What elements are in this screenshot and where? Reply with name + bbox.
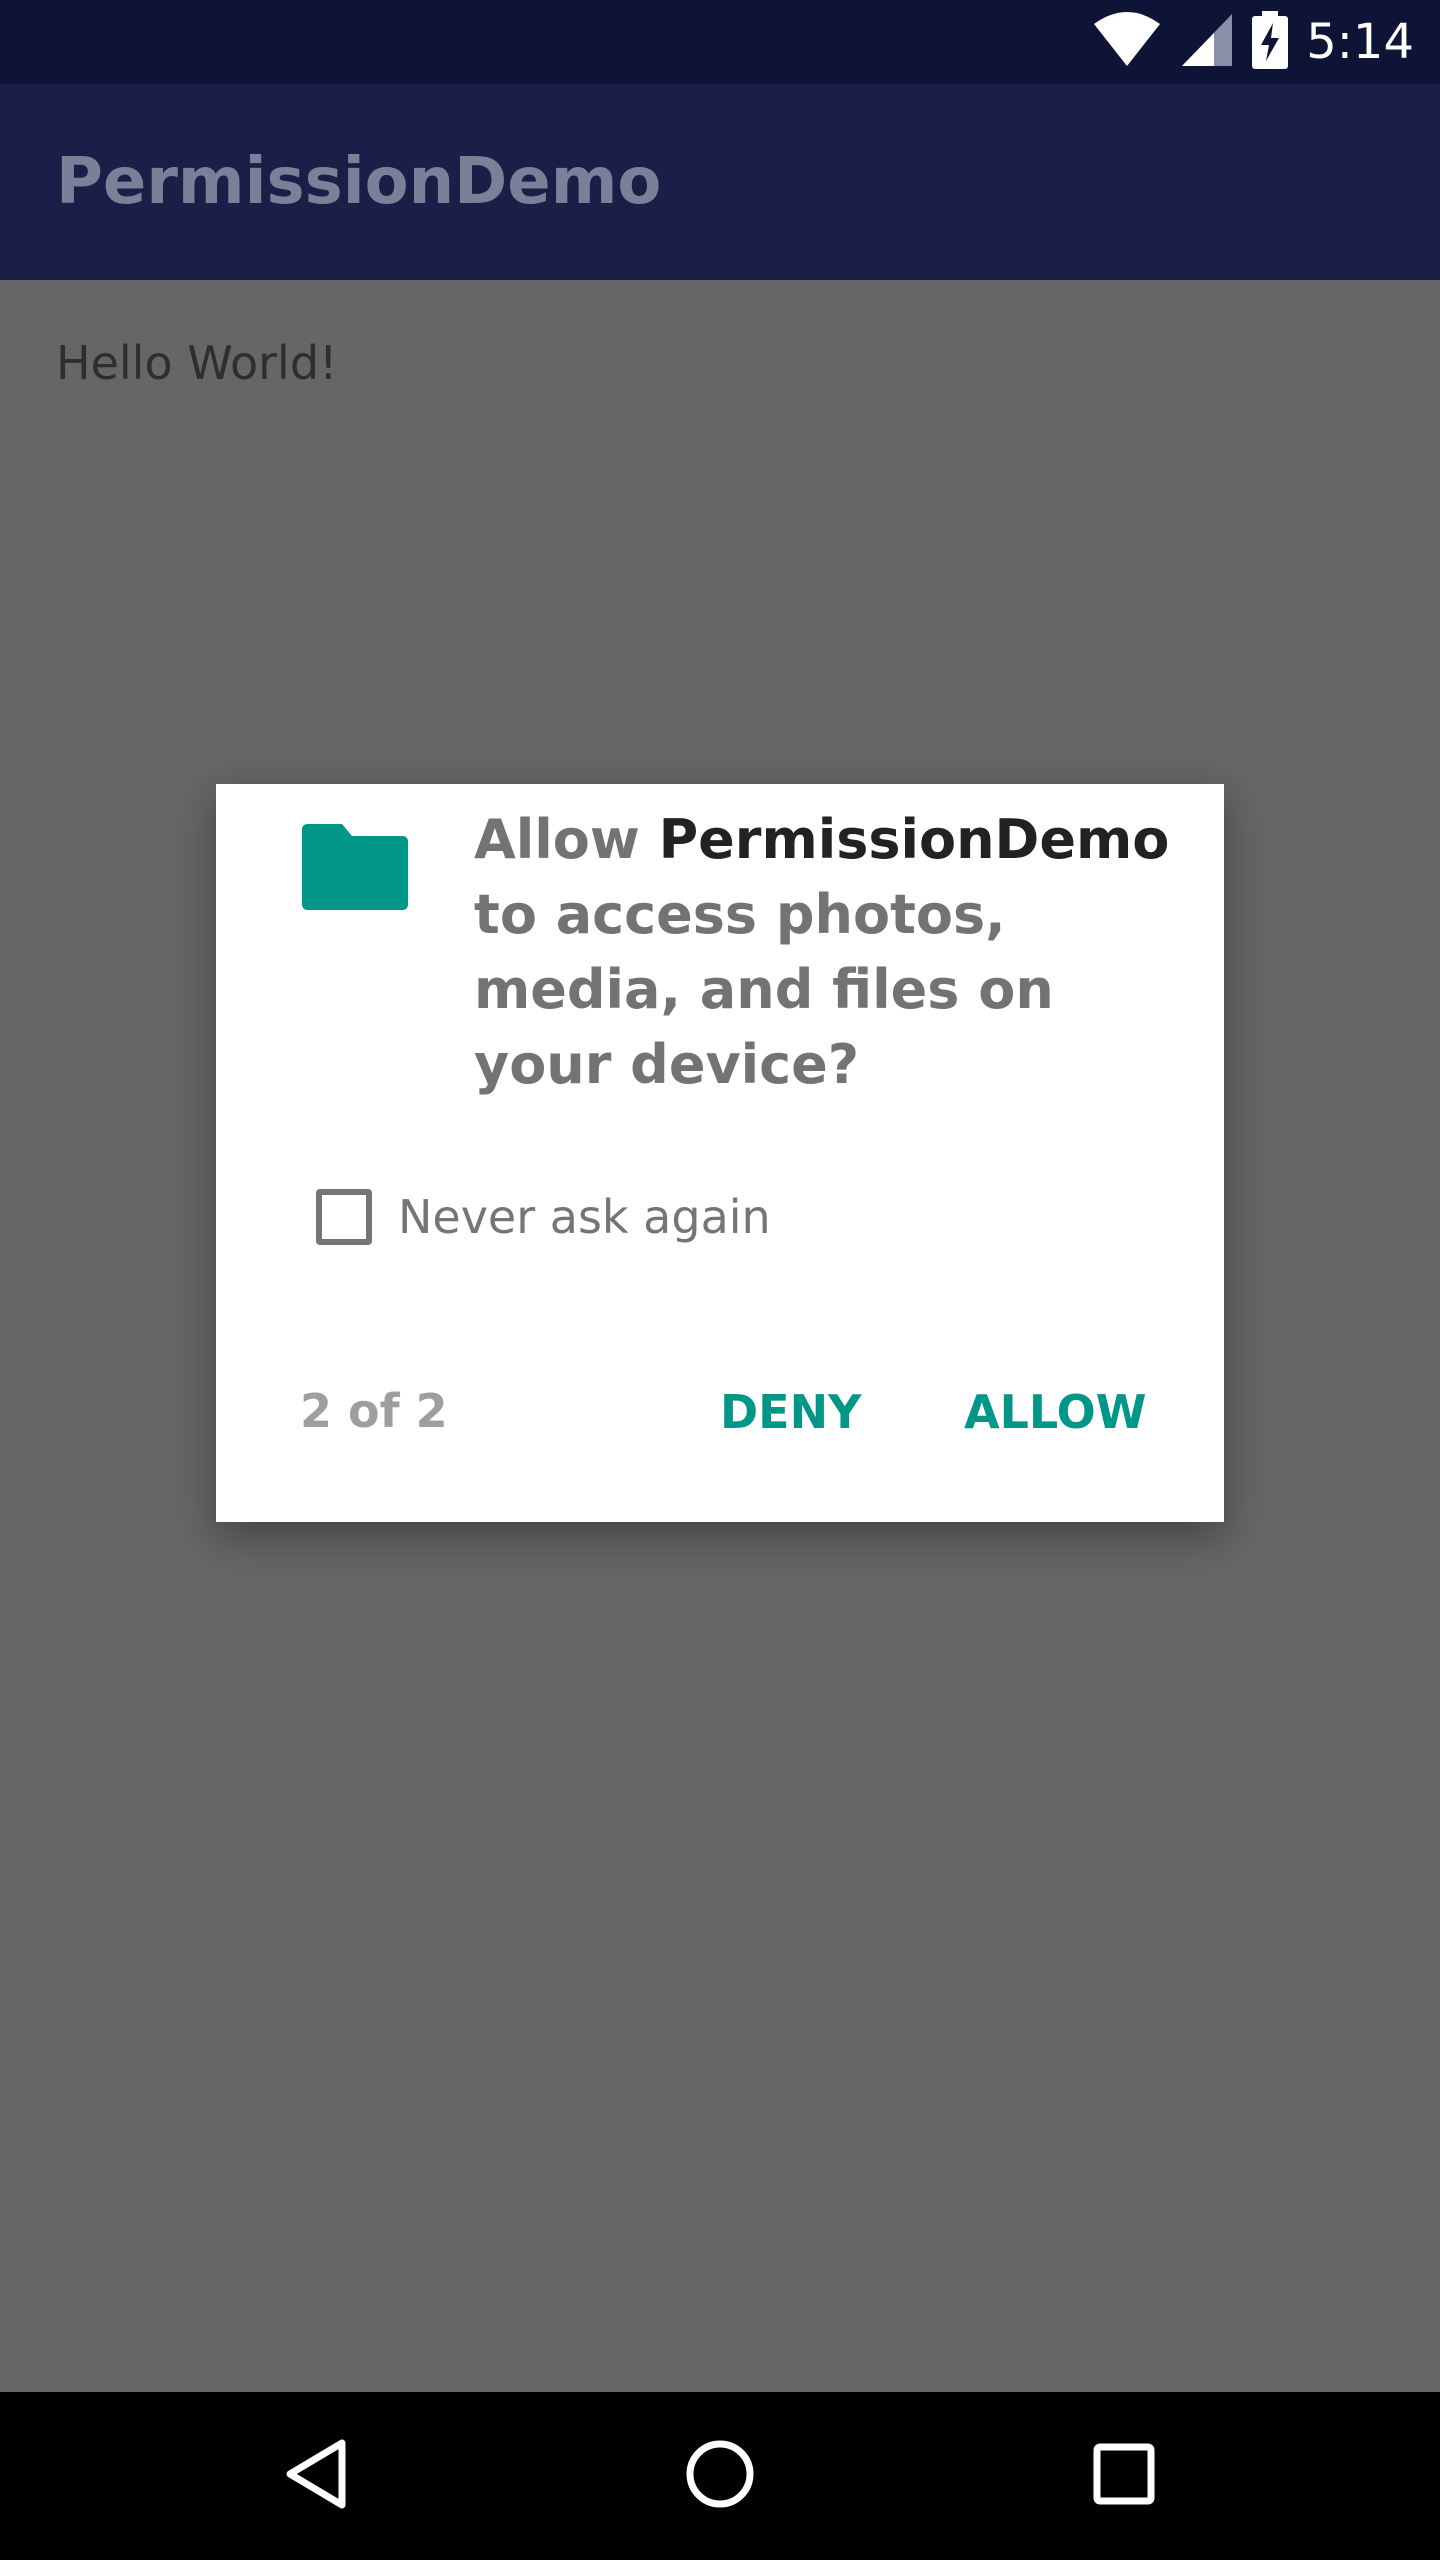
cellular-signal-icon [1180,12,1234,72]
never-ask-again-label: Never ask again [398,1190,771,1244]
allow-button[interactable]: ALLOW [944,1372,1166,1452]
permission-dialog: Allow PermissionDemo to access photos, m… [216,784,1224,1522]
hello-text: Hello World! [56,336,338,390]
never-ask-again-checkbox[interactable] [316,1189,372,1245]
message-suffix: to access photos, media, and files on yo… [474,883,1054,1096]
dialog-message: Allow PermissionDemo to access photos, m… [474,802,1194,1102]
status-icons: 5:14 [1092,0,1414,84]
recents-icon [1093,2443,1155,2509]
wifi-icon [1092,10,1162,74]
status-bar: 5:14 [0,0,1440,84]
message-app-name: PermissionDemo [658,808,1170,871]
back-button[interactable] [266,2426,366,2526]
permission-counter: 2 of 2 [300,1384,448,1438]
app-bar: PermissionDemo [0,84,1440,280]
app-title: PermissionDemo [56,145,662,219]
message-prefix: Allow [474,808,659,871]
navigation-bar [0,2392,1440,2560]
never-ask-again-row[interactable]: Never ask again [316,1182,771,1252]
folder-icon [300,822,410,912]
back-icon [284,2438,348,2514]
recents-button[interactable] [1074,2426,1174,2526]
home-icon [685,2439,755,2513]
deny-button[interactable]: DENY [700,1372,881,1452]
home-button[interactable] [670,2426,770,2526]
battery-charging-icon [1252,11,1289,73]
status-time: 5:14 [1306,14,1414,70]
